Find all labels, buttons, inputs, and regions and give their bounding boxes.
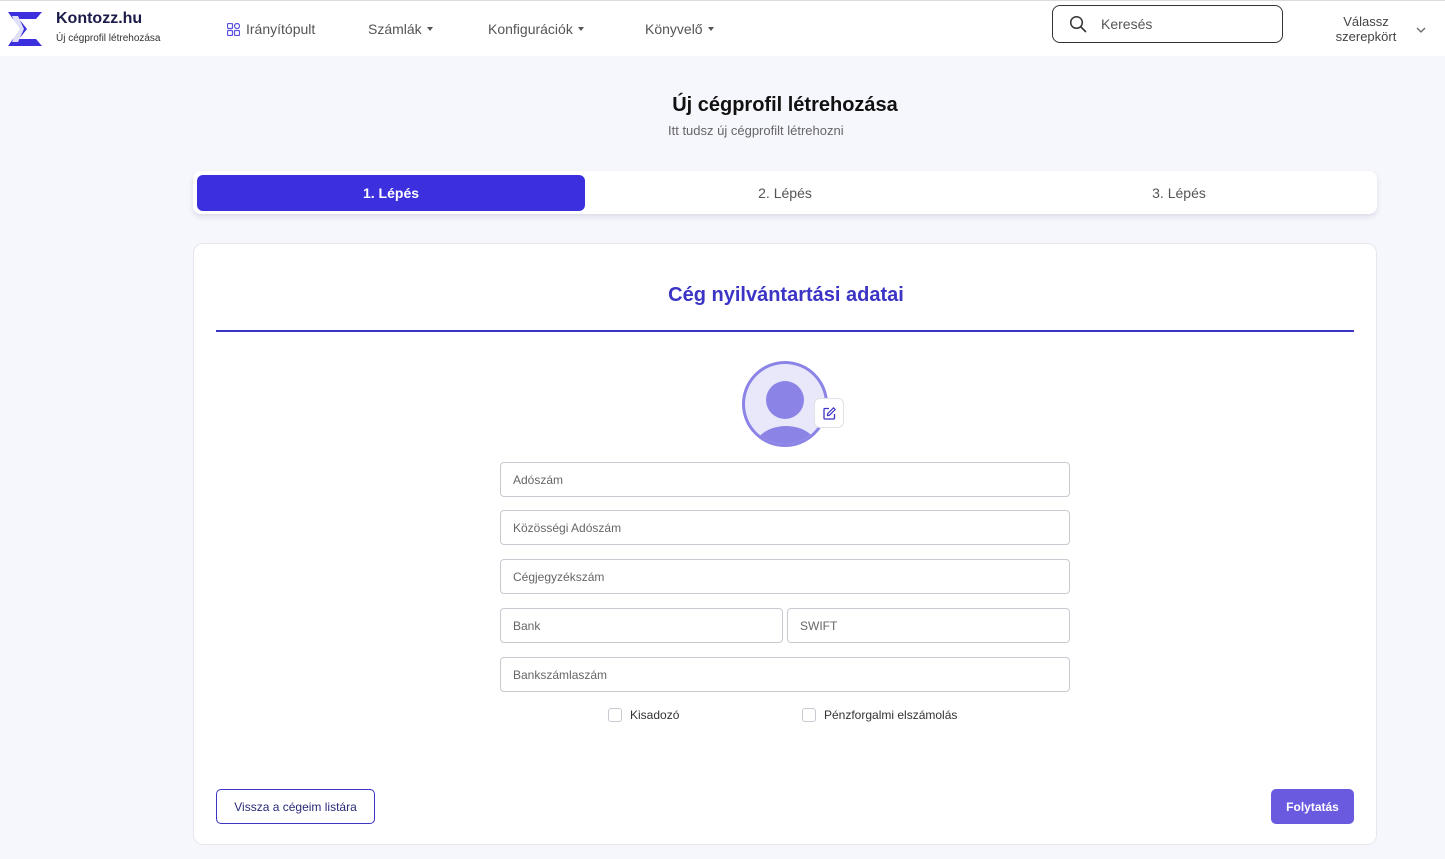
nav-invoices[interactable]: Számlák [368,20,433,38]
kontozz-logo-icon [8,12,42,46]
continue-button[interactable]: Folytatás [1271,789,1354,824]
role-select-line1: Válassz [1343,14,1389,29]
step-1[interactable]: 1. Lépés [197,175,585,211]
company-reg-number-field[interactable] [500,559,1070,594]
avatar-edit-button[interactable] [814,398,844,428]
search-input[interactable] [1101,16,1271,32]
avatar-body [753,426,819,444]
edit-icon [822,406,836,420]
tax-number-field[interactable] [500,462,1070,497]
role-select-line2: szerepkört [1335,29,1397,44]
nav-accountant[interactable]: Könyvelő [645,20,714,38]
search-box[interactable] [1052,5,1283,43]
nav-dashboard-label: Irányítópult [246,21,316,37]
caret-down-icon [577,27,584,31]
checkbox-box[interactable] [802,708,816,722]
step-2[interactable]: 2. Lépés [591,175,979,211]
tax-number-input[interactable] [501,472,1069,487]
form-card: Cég nyilvántartási adatai Kisadozó Pénzf… [193,243,1377,845]
checkbox-box[interactable] [608,708,622,722]
top-navbar: Kontozz.hu Új cégprofil létrehozása Irán… [0,0,1445,56]
nav-accountant-label: Könyvelő [645,21,703,37]
swift-input[interactable] [788,618,1069,633]
search-icon [1069,15,1087,33]
small-taxpayer-checkbox[interactable]: Kisadozó [608,708,679,722]
dashboard-grid-icon [227,22,240,36]
caret-down-icon [426,27,433,31]
brand-subtitle: Új cégprofil létrehozása [56,33,161,44]
nav-invoices-label: Számlák [368,21,422,37]
swift-field[interactable] [787,608,1070,643]
caret-down-icon [707,27,714,31]
section-divider [216,330,1354,332]
nav-configurations[interactable]: Konfigurációk [488,20,584,38]
cash-accounting-label: Pénzforgalmi elszámolás [824,708,958,722]
brand[interactable]: Kontozz.hu Új cégprofil létrehozása [6,7,161,48]
avatar-head [766,381,804,419]
eu-tax-number-input[interactable] [501,520,1069,535]
bank-account-field[interactable] [500,657,1070,692]
page-title: Új cégprofil létrehozása [672,94,898,116]
cash-accounting-checkbox[interactable]: Pénzforgalmi elszámolás [802,708,957,722]
small-taxpayer-label: Kisadozó [630,708,680,722]
nav-dashboard[interactable]: Irányítópult [227,20,315,38]
bank-input[interactable] [501,618,782,633]
stepper: 1. Lépés 2. Lépés 3. Lépés [193,171,1377,214]
company-reg-number-input[interactable] [501,569,1069,584]
bank-field[interactable] [500,608,783,643]
bank-account-input[interactable] [501,667,1069,682]
eu-tax-number-field[interactable] [500,510,1070,545]
chevron-down-icon [1416,27,1426,33]
brand-name: Kontozz.hu [56,10,143,27]
role-select[interactable]: Válassz szerepkört [1326,14,1430,46]
nav-configurations-label: Konfigurációk [488,21,573,37]
step-3[interactable]: 3. Lépés [985,175,1373,211]
page-subtitle: Itt tudsz új cégprofilt létrehozni [668,123,844,138]
section-title: Cég nyilvántartási adatai [668,284,904,306]
back-to-companies-button[interactable]: Vissza a cégeim listára [216,789,375,824]
